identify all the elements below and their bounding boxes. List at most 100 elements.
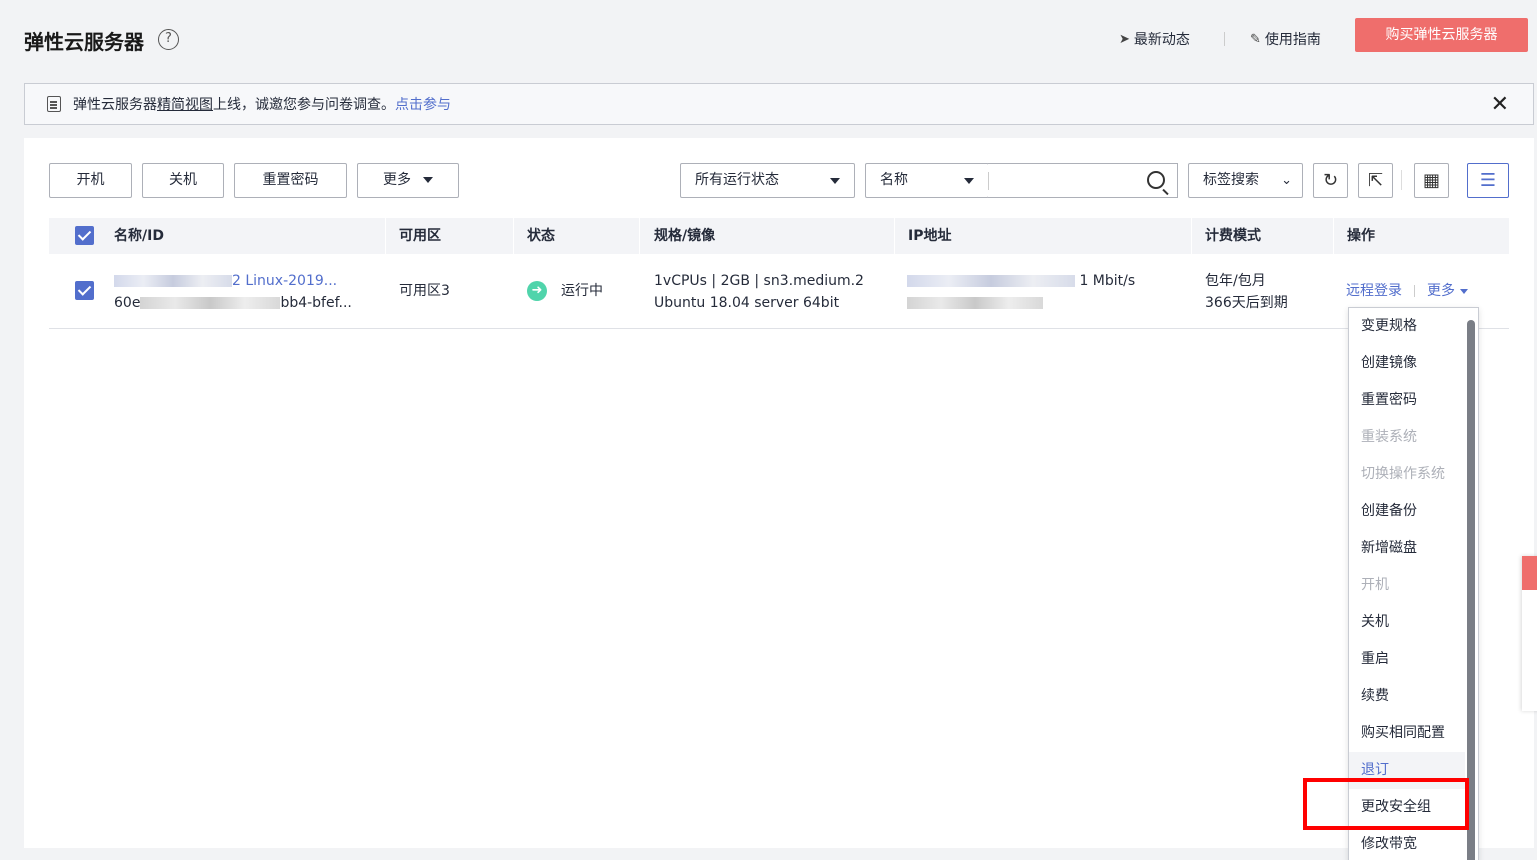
status-cell: ➜ 运行中 [527,280,603,302]
table-header: 名称/ID 可用区 状态 规格/镜像 IP地址 计费模式 操作 [49,218,1509,254]
col-ops: 操作 [1347,228,1375,244]
instance-id-suffix: bb4-bfef... [280,295,352,311]
col-divider [513,218,514,254]
reset-password-button[interactable]: 重置密码 [234,163,347,198]
ops-cell: 远程登录 更多 [1346,280,1468,302]
menu-item-create-backup[interactable]: 创建备份 [1349,493,1465,530]
col-divider [1333,218,1334,254]
page-title: 弹性云服务器 [24,30,144,54]
floating-feedback-panel[interactable] [1522,556,1537,711]
refresh-icon[interactable]: ↻ [1313,163,1348,198]
instance-id-prefix: 60e [114,295,141,311]
instance-name-link[interactable]: 2 Linux-2019... [114,270,384,292]
remote-login-link[interactable]: 远程登录 [1346,283,1402,299]
send-icon: ➤ [1119,31,1130,47]
stop-button[interactable]: 关机 [142,163,224,198]
row-checkbox[interactable] [75,281,94,300]
caret-down-icon [964,178,974,184]
col-divider [639,218,640,254]
help-icon[interactable]: ? [158,29,179,50]
instance-name-text: 2 Linux-2019... [232,273,338,289]
status-filter-select[interactable]: 所有运行状态 [680,163,855,198]
menu-item-renew[interactable]: 续费 [1349,678,1465,715]
more-ops-link[interactable]: 更多 [1427,283,1468,299]
search-input[interactable] [988,163,1178,198]
col-spec: 规格/镜像 [654,228,716,244]
spec-cell: 1vCPUs | 2GB | sn3.medium.2 Ubuntu 18.04… [654,270,864,314]
image-text: Ubuntu 18.04 server 64bit [654,295,840,311]
col-status: 状态 [527,228,555,244]
menu-item-modify-bandwidth[interactable]: 修改带宽 [1349,826,1465,860]
menu-item-add-disk[interactable]: 新增磁盘 [1349,530,1465,567]
start-button[interactable]: 开机 [49,163,132,198]
guide-link[interactable]: ✎ 使用指南 [1250,29,1321,49]
caret-down-icon [830,178,840,184]
menu-item-restart[interactable]: 重启 [1349,641,1465,678]
menu-item-stop[interactable]: 关机 [1349,604,1465,641]
menu-item-change-os: 切换操作系统 [1361,466,1445,482]
expiry-text: 366天后到期 [1205,295,1288,311]
news-label: 最新动态 [1133,32,1190,48]
notice-bar: 弹性云服务器 精简视图 上线，诚邀您参与问卷调查。 点击参与 ✕ [24,83,1534,125]
more-label: 更多 [383,172,411,188]
col-divider [385,218,386,254]
redacted-name [114,275,232,287]
name-id-cell: 2 Linux-2019... 60e bb4-bfef... [114,270,384,314]
export-icon[interactable]: ⇱ [1358,163,1393,198]
select-all-checkbox[interactable] [75,226,94,245]
search-icon[interactable] [1147,171,1165,189]
col-divider [1191,218,1192,254]
redacted-private-ip [907,297,1043,309]
menu-item-resize[interactable]: 变更规格 [1349,308,1465,345]
notice-participate-link[interactable]: 点击参与 [395,94,451,114]
guide-label: 使用指南 [1264,32,1321,48]
header-divider [1224,32,1225,46]
ops-divider [1414,285,1415,297]
redacted-id [140,297,281,309]
tag-search-label: 标签搜索 [1203,172,1259,188]
table-row: 2 Linux-2019... 60e bb4-bfef... 可用区3 ➜ 运行中… [49,254,1509,329]
caret-down-icon [423,177,433,183]
highlight-box [1303,778,1469,830]
menu-item-start: 开机 [1361,577,1389,593]
col-billing: 计费模式 [1205,228,1261,244]
redacted-ip [907,275,1075,287]
notice-lite-view[interactable]: 精简视图 [157,94,213,114]
status-text: 运行中 [561,283,603,299]
menu-item-buy-same[interactable]: 购买相同配置 [1349,715,1465,752]
document-icon [47,96,61,112]
buy-ecs-button[interactable]: 购买弹性云服务器 [1355,18,1528,52]
search-divider [988,172,989,190]
billing-cell: 包年/包月 366天后到期 [1205,270,1288,314]
more-actions-button[interactable]: 更多 [357,163,459,198]
az-cell: 可用区3 [399,283,450,299]
toolbar-divider [1401,170,1402,190]
status-filter-value: 所有运行状态 [695,172,779,188]
feedback-icon [1522,556,1537,590]
grid-view-icon[interactable]: ▦ [1414,163,1449,198]
billing-mode: 包年/包月 [1205,273,1266,289]
list-view-icon[interactable]: ☰ [1467,163,1509,198]
close-icon[interactable]: ✕ [1491,92,1509,117]
tag-search-button[interactable]: 标签搜索 ⌄ [1188,163,1303,198]
notice-text-suffix: 上线，诚邀您参与问卷调查。 [213,97,395,113]
double-chevron-down-icon: ⌄ [1281,173,1292,188]
search-field-select[interactable]: 名称 [865,163,989,198]
news-link[interactable]: ➤ 最新动态 [1119,29,1190,49]
menu-item-create-image[interactable]: 创建镜像 [1349,345,1465,382]
caret-down-icon [1460,288,1468,294]
search-field-value: 名称 [880,172,908,188]
notice-text-prefix: 弹性云服务器 [73,97,157,113]
col-divider [894,218,895,254]
more-ops-label: 更多 [1427,283,1455,299]
bandwidth-text: 1 Mbit/s [1079,273,1136,289]
menu-item-reinstall-os: 重装系统 [1361,429,1417,445]
col-ip: IP地址 [908,228,952,244]
col-az: 可用区 [399,228,441,244]
menu-item-reset-password[interactable]: 重置密码 [1349,382,1465,419]
running-arrow-icon: ➜ [527,281,547,301]
edit-doc-icon: ✎ [1250,31,1261,47]
col-name-id: 名称/ID [114,228,164,244]
ip-cell: 1 Mbit/s [907,270,1187,314]
spec-text: 1vCPUs | 2GB | sn3.medium.2 [654,273,864,289]
